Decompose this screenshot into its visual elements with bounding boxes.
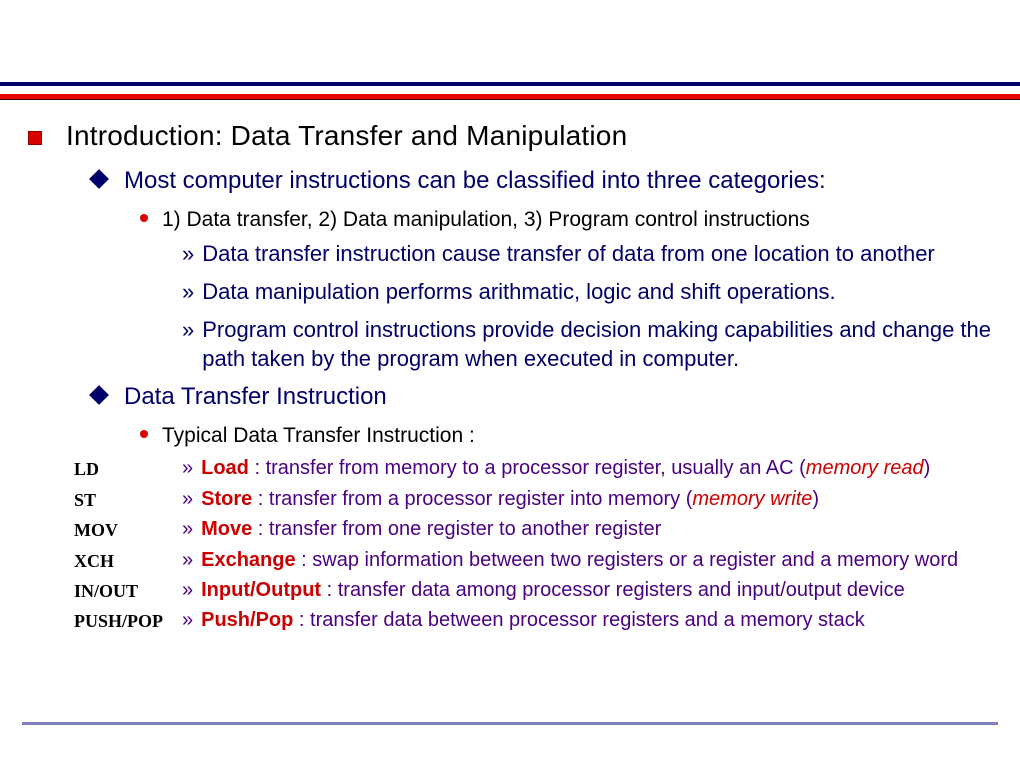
- instruction-text: Move : transfer from one register to ano…: [201, 516, 661, 542]
- bullet-level3: Typical Data Transfer Instruction :: [140, 422, 992, 449]
- instruction-row: MOV» Move : transfer from one register to…: [74, 516, 992, 542]
- guillemet-icon: »: [182, 609, 193, 632]
- guillemet-icon: »: [182, 279, 194, 305]
- instruction-text: Push/Pop : transfer data between process…: [201, 607, 865, 633]
- sec1-p2: Data manipulation performs arithmatic, l…: [202, 277, 835, 307]
- instruction-row: LD» Load : transfer from memory to a proc…: [74, 455, 992, 481]
- heading-level1: Introduction: Data Transfer and Manipula…: [28, 120, 992, 152]
- instruction-italic: memory read: [806, 457, 924, 479]
- heading-level2: Data Transfer Instruction: [92, 382, 992, 412]
- instruction-body: : swap information between two registers…: [296, 549, 959, 571]
- instruction-body: : transfer data among processor register…: [321, 579, 905, 601]
- sec2-sub1: Typical Data Transfer Instruction :: [162, 422, 475, 449]
- bullet-level4: » Program control instructions provide d…: [182, 315, 992, 374]
- instruction-row: PUSH/POP» Push/Pop : transfer data betwee…: [74, 607, 992, 633]
- diamond-bullet-icon: [89, 169, 109, 189]
- dot-bullet-icon: [140, 214, 148, 222]
- bullet-level3: 1) Data transfer, 2) Data manipulation, …: [140, 206, 992, 233]
- instruction-body: : transfer from a processor register int…: [252, 488, 692, 510]
- sec1-p1: Data transfer instruction cause transfer…: [202, 239, 935, 269]
- instruction-row: IN/OUT» Input/Output : transfer data amon…: [74, 577, 992, 603]
- header-empty-space: [0, 0, 1020, 82]
- guillemet-icon: »: [182, 518, 193, 541]
- guillemet-icon: »: [182, 457, 193, 480]
- instruction-row: ST» Store : transfer from a processor reg…: [74, 486, 992, 512]
- slide-title: Introduction: Data Transfer and Manipula…: [66, 120, 627, 152]
- mnemonic-label: ST: [74, 486, 182, 511]
- mnemonic-label: PUSH/POP: [74, 607, 182, 632]
- sec2-heading: Data Transfer Instruction: [124, 382, 387, 412]
- instruction-tail: ): [924, 457, 931, 479]
- dot-bullet-icon: [140, 430, 148, 438]
- instruction-body: : transfer from memory to a processor re…: [249, 457, 806, 479]
- instruction-italic: memory write: [692, 488, 812, 510]
- rule-bottom: [22, 722, 998, 725]
- guillemet-icon: »: [182, 579, 193, 602]
- instruction-body: : transfer from one register to another …: [252, 518, 661, 540]
- guillemet-icon: »: [182, 317, 194, 343]
- diamond-bullet-icon: [89, 385, 109, 405]
- instruction-text: Exchange : swap information between two …: [201, 547, 958, 573]
- instruction-keyword: Store: [201, 488, 252, 510]
- sec1-p3: Program control instructions provide dec…: [202, 315, 992, 374]
- instruction-keyword: Load: [201, 457, 249, 479]
- instruction-text: Input/Output : transfer data among proce…: [201, 577, 905, 603]
- mnemonic-label: XCH: [74, 547, 182, 572]
- instruction-body: : transfer data between processor regist…: [293, 609, 864, 631]
- instruction-list: LD»Load : transfer from memory to a proc…: [28, 455, 992, 633]
- rule-gap: [0, 86, 1020, 94]
- guillemet-icon: »: [182, 241, 194, 267]
- square-bullet-icon: [28, 131, 42, 145]
- guillemet-icon: »: [182, 488, 193, 511]
- slide-content: Introduction: Data Transfer and Manipula…: [0, 100, 1020, 634]
- mnemonic-label: IN/OUT: [74, 577, 182, 602]
- instruction-tail: ): [812, 488, 819, 510]
- bullet-level4: » Data transfer instruction cause transf…: [182, 239, 992, 269]
- mnemonic-label: MOV: [74, 516, 182, 541]
- instruction-keyword: Push/Pop: [201, 609, 293, 631]
- sec1-sub1: 1) Data transfer, 2) Data manipulation, …: [162, 206, 810, 233]
- bullet-level4: » Data manipulation performs arithmatic,…: [182, 277, 992, 307]
- mnemonic-label: LD: [74, 455, 182, 480]
- sec1-heading: Most computer instructions can be classi…: [124, 166, 826, 196]
- instruction-keyword: Exchange: [201, 549, 295, 571]
- instruction-keyword: Move: [201, 518, 252, 540]
- instruction-keyword: Input/Output: [201, 579, 321, 601]
- instruction-text: Store : transfer from a processor regist…: [201, 486, 819, 512]
- heading-level2: Most computer instructions can be classi…: [92, 166, 992, 196]
- instruction-text: Load : transfer from memory to a process…: [201, 455, 930, 481]
- guillemet-icon: »: [182, 549, 193, 572]
- instruction-row: XCH» Exchange : swap information between …: [74, 547, 992, 573]
